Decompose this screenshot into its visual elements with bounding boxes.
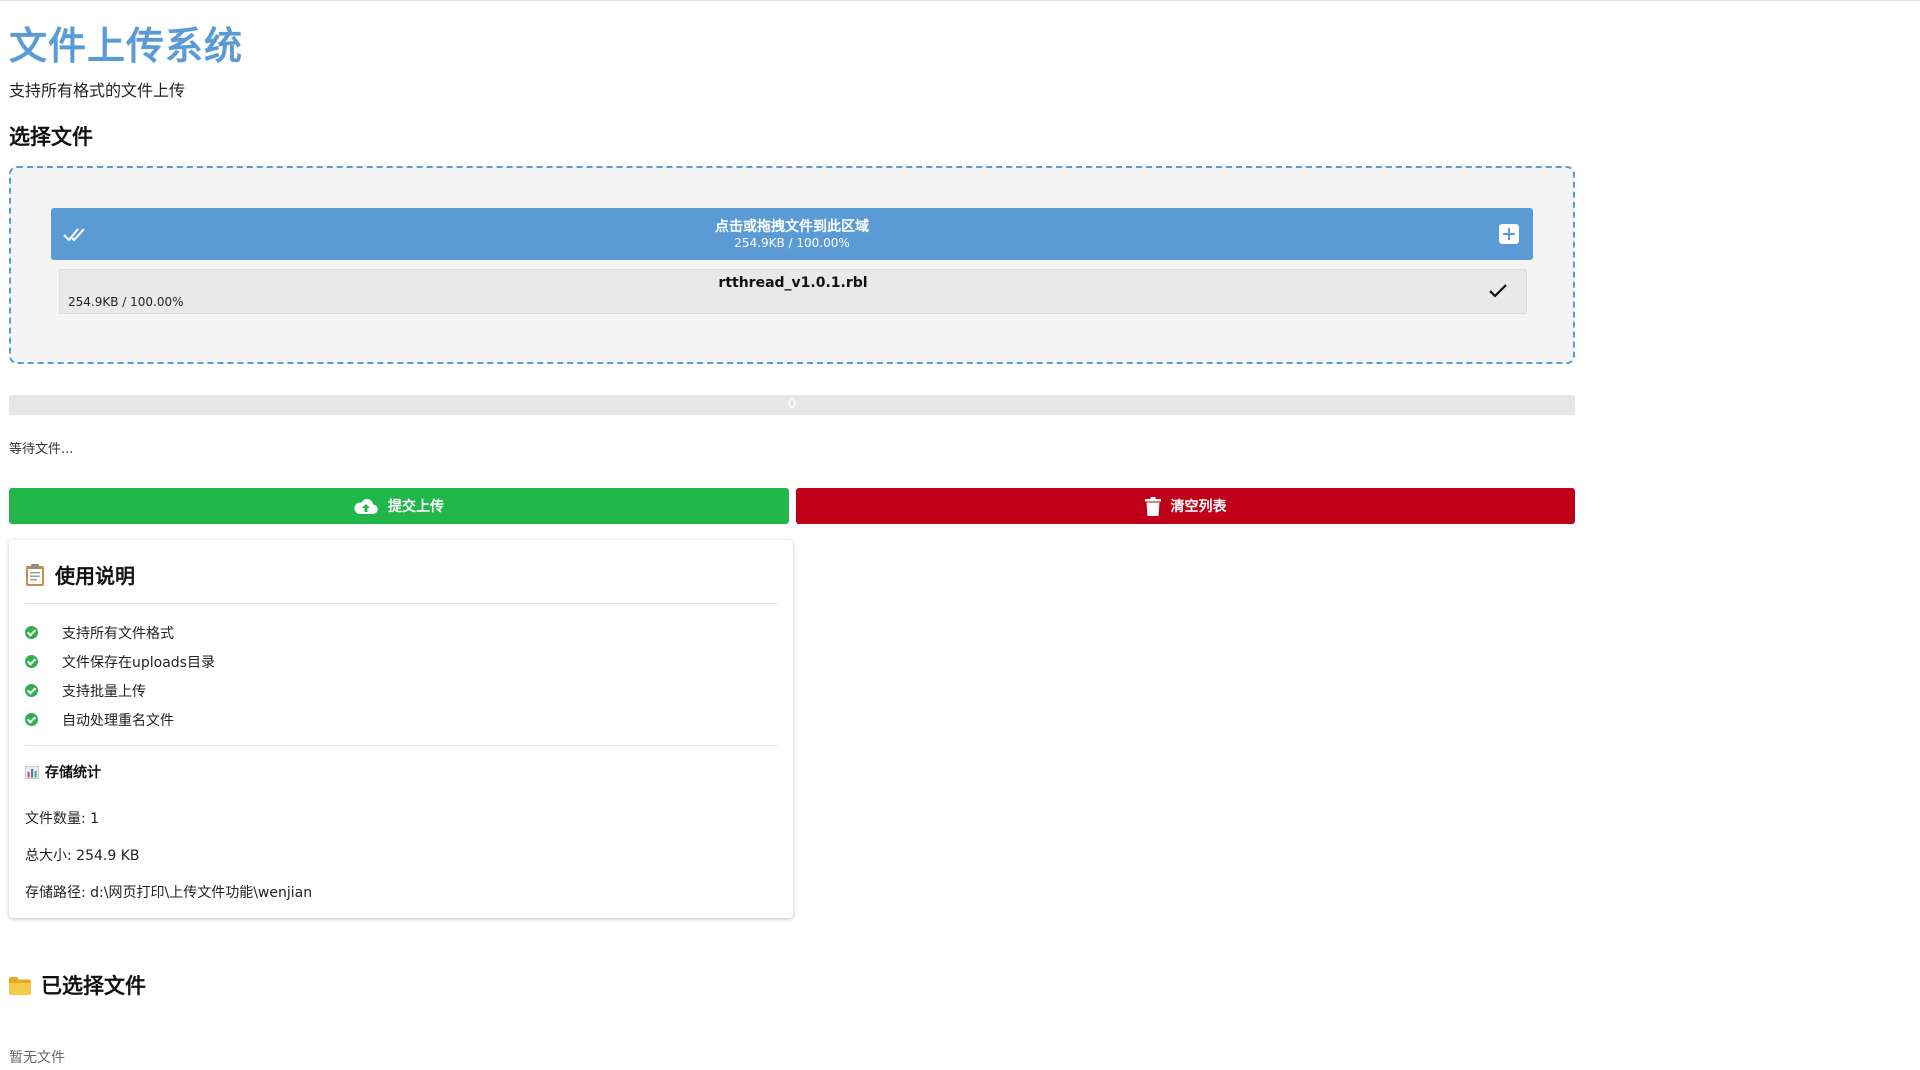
- submit-upload-button[interactable]: 提交上传: [9, 488, 789, 524]
- total-size: 总大小: 254.9 KB: [25, 848, 140, 864]
- list-item: 支持所有文件格式: [25, 618, 215, 647]
- dropzone-summary: 254.9KB / 100.00%: [734, 236, 850, 250]
- check-icon: [1489, 284, 1507, 298]
- divider: [25, 603, 777, 604]
- page-title: 文件上传系统: [9, 24, 244, 68]
- file-count: 文件数量: 1: [25, 811, 100, 827]
- add-file-icon[interactable]: [1499, 224, 1519, 244]
- file-list-item[interactable]: rtthread_v1.0.1.rbl 254.9KB / 100.00%: [59, 269, 1527, 314]
- folder-icon: [9, 976, 31, 995]
- progress-text: 0: [787, 397, 797, 412]
- check-circle-icon: [25, 684, 38, 697]
- feature-text: 支持所有文件格式: [62, 625, 174, 642]
- clipboard-icon: [25, 563, 45, 587]
- file-size-progress: 254.9KB / 100.00%: [68, 295, 184, 309]
- list-item: 文件保存在uploads目录: [25, 647, 215, 676]
- dropzone-header[interactable]: 点击或拖拽文件到此区域 254.9KB / 100.00%: [51, 208, 1533, 260]
- submit-upload-label: 提交上传: [388, 499, 444, 515]
- clear-list-label: 清空列表: [1170, 499, 1227, 515]
- storage-stats-title: 存储统计: [45, 765, 101, 781]
- bar-chart-icon: [24, 765, 40, 779]
- file-dropzone[interactable]: 点击或拖拽文件到此区域 254.9KB / 100.00% rtthread_v…: [9, 166, 1575, 364]
- list-item: 支持批量上传: [25, 676, 215, 705]
- list-item: 自动处理重名文件: [25, 705, 215, 734]
- check-circle-icon: [25, 626, 38, 639]
- check-circle-icon: [25, 655, 38, 668]
- feature-text: 自动处理重名文件: [62, 712, 174, 729]
- page-subtitle: 支持所有格式的文件上传: [9, 81, 186, 100]
- divider: [25, 745, 777, 746]
- select-files-heading: 选择文件: [9, 125, 93, 149]
- feature-list: 支持所有文件格式 文件保存在uploads目录 支持批量上传 自动处理重名文件: [25, 618, 215, 734]
- upload-status: 等待文件...: [9, 442, 74, 457]
- selected-files-title: 已选择文件: [41, 974, 146, 998]
- storage-stats-header: 存储统计: [24, 762, 101, 782]
- feature-text: 支持批量上传: [62, 683, 146, 700]
- instructions-title: 使用说明: [55, 564, 135, 588]
- dropzone-title: 点击或拖拽文件到此区域: [715, 219, 869, 235]
- cloud-upload-icon: [354, 498, 378, 514]
- feature-text: 文件保存在uploads目录: [62, 654, 215, 671]
- trash-icon: [1144, 496, 1161, 516]
- upload-progress-bar: 0: [9, 395, 1575, 415]
- instructions-card: 使用说明 支持所有文件格式 文件保存在uploads目录 支持批量上传 自动处理…: [9, 540, 793, 918]
- storage-path: 存储路径: d:\网页打印\上传文件功能\wenjian: [25, 885, 313, 901]
- empty-file-list: 暂无文件: [9, 1050, 65, 1066]
- selected-files-header: 已选择文件: [9, 970, 146, 1000]
- clear-list-button[interactable]: 清空列表: [796, 488, 1575, 524]
- check-circle-icon: [25, 713, 38, 726]
- file-name: rtthread_v1.0.1.rbl: [718, 275, 868, 291]
- instructions-header: 使用说明: [25, 560, 135, 589]
